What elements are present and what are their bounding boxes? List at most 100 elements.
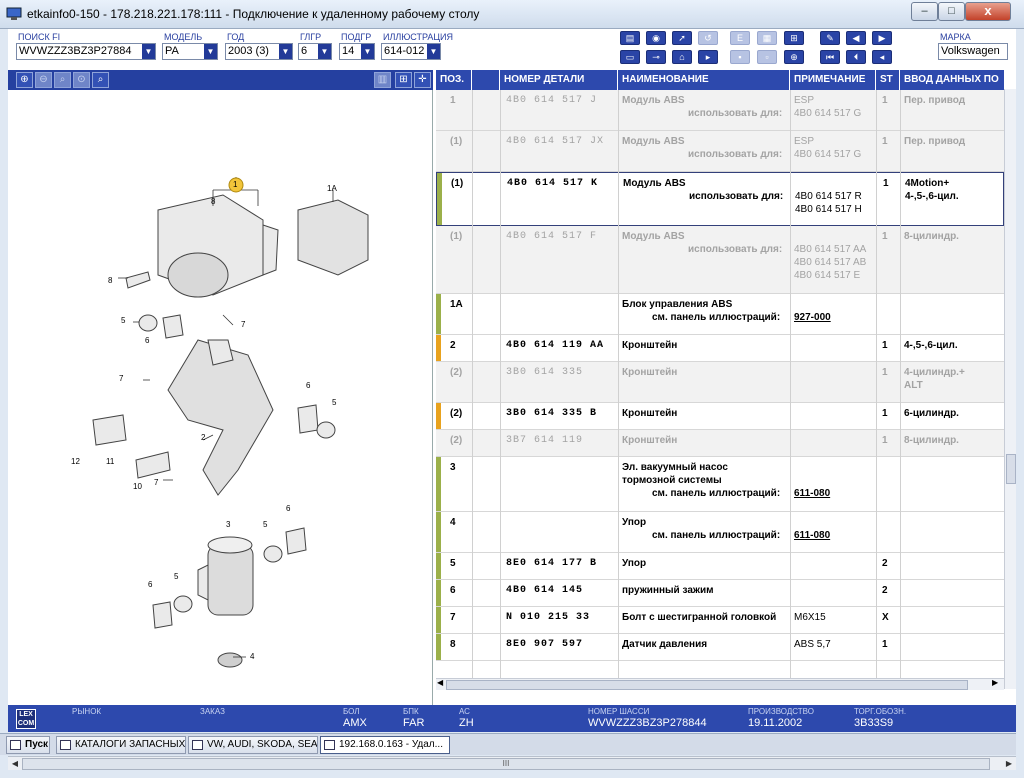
model-select[interactable]: PA ▼: [162, 43, 218, 60]
zoom-fit-icon[interactable]: ⊙: [73, 72, 90, 88]
scroll-thumb[interactable]: [1006, 454, 1016, 484]
chevron-down-icon[interactable]: ▼: [361, 44, 374, 59]
close-button[interactable]: x: [965, 2, 1011, 21]
zoom-out-icon[interactable]: ⊖: [35, 72, 52, 88]
callout-label-12[interactable]: 12: [71, 457, 80, 466]
scroll-right-icon[interactable]: ▶: [1002, 757, 1016, 771]
taskbar-item-vw[interactable]: VW, AUDI, SKODA, SEAT: [188, 736, 318, 754]
col-input[interactable]: ВВОД ДАННЫХ ПО: [900, 70, 1004, 90]
callout-label-8b[interactable]: 8: [108, 276, 112, 285]
first-icon[interactable]: ⏮: [820, 50, 840, 64]
zoom-in-icon[interactable]: ⊕: [16, 72, 33, 88]
table-row[interactable]: 8 8E0 907 597 Датчик давления ABS 5,7 1: [436, 634, 1004, 661]
callout-label-6b[interactable]: 6: [306, 381, 310, 390]
expand-icon[interactable]: ✛: [414, 72, 431, 88]
callout-label-8a[interactable]: 8: [211, 197, 215, 206]
table-row[interactable]: 2 4B0 614 119 AA Кронштейн 1 4-,5-,6-цил.: [436, 335, 1004, 362]
table-row[interactable]: (1) 4B0 614 517 JX Модуль ABS использовать …: [436, 131, 1004, 172]
col-pos[interactable]: ПОЗ.: [436, 70, 472, 90]
sub-group-select[interactable]: 14 ▼: [339, 43, 375, 60]
callout-label-6c[interactable]: 6: [286, 504, 290, 513]
taskbar-item-remote[interactable]: 192.168.0.163 - Удал...: [320, 736, 450, 754]
table-row[interactable]: 1A Блок управления ABS см. панель иллюстра…: [436, 294, 1004, 335]
chevron-down-icon[interactable]: ▼: [427, 44, 440, 59]
chevron-down-icon[interactable]: ▼: [279, 44, 292, 59]
forward-icon[interactable]: ▸: [698, 50, 718, 64]
illustration-link[interactable]: 611-080: [794, 487, 830, 500]
prev-page-icon[interactable]: ◀: [846, 31, 866, 45]
callout-label-6d[interactable]: 6: [148, 580, 152, 589]
callout-label-5c[interactable]: 5: [263, 520, 267, 529]
scroll-thumb[interactable]: [446, 680, 968, 690]
car-icon[interactable]: ⌂: [672, 50, 692, 64]
callout-label-11[interactable]: 11: [106, 457, 114, 466]
table-row[interactable]: 6 4B0 614 145 пружинный зажим 2: [436, 580, 1004, 607]
list-icon[interactable]: ▭: [620, 50, 640, 64]
back-icon[interactable]: ⏴: [846, 50, 866, 64]
start-button[interactable]: Пуск: [6, 736, 50, 754]
split-view-icon[interactable]: ▥: [374, 72, 391, 88]
chevron-down-icon[interactable]: ▼: [142, 44, 155, 59]
callout-label-4[interactable]: 4: [250, 652, 254, 661]
table-row[interactable]: 5 8E0 614 177 B Упор 2: [436, 553, 1004, 580]
parts-illustration[interactable]: 1 1A 8 8 5 6 7 7 6 5 2 12 11 10 7 3 5 6 …: [8, 90, 433, 705]
illustration-link[interactable]: 611-080: [794, 529, 830, 542]
scroll-right-icon[interactable]: ▶: [992, 678, 998, 687]
callout-label-6a[interactable]: 6: [145, 336, 149, 345]
next-page-icon[interactable]: ▶: [872, 31, 892, 45]
search-parts-icon[interactable]: ◉: [646, 31, 666, 45]
pin-icon[interactable]: ✎: [820, 31, 840, 45]
callout-label-10[interactable]: 10: [133, 482, 142, 491]
table-row[interactable]: 7 N 010 215 33 Болт с шестигранной головко…: [436, 607, 1004, 634]
main-group-select[interactable]: 6 ▼: [298, 43, 332, 60]
vin-search-input[interactable]: WVWZZZ3BZ3P27884 ▼: [16, 43, 156, 60]
maximize-button[interactable]: □: [938, 2, 965, 21]
scroll-left-icon[interactable]: ◀: [437, 678, 443, 687]
table-row[interactable]: (2) 3B0 614 335 Кронштейн 1 4-цилиндр.+ ALT: [436, 362, 1004, 403]
callout-label-1a[interactable]: 1A: [327, 184, 337, 193]
outer-h-scrollbar[interactable]: ◀ III ▶: [8, 756, 1016, 770]
table-v-scrollbar[interactable]: [1004, 89, 1016, 689]
print-icon[interactable]: ▤: [620, 31, 640, 45]
table-row[interactable]: (2) 3B7 614 119 Кронштейн 1 8-цилиндр.: [436, 430, 1004, 457]
cart-add-icon[interactable]: ⊕: [784, 50, 804, 64]
col-name[interactable]: НАИМЕНОВАНИЕ: [618, 70, 790, 90]
col-note[interactable]: ПРИМЕЧАНИЕ: [790, 70, 876, 90]
table-row[interactable]: (1) 4B0 614 517 K Модуль ABS использовать д…: [436, 172, 1004, 226]
cell-name: Болт с шестигранной головкой: [622, 612, 777, 623]
scroll-left-icon[interactable]: ◀: [8, 757, 22, 771]
magnifier-icon[interactable]: ⌕: [92, 72, 109, 88]
brand-select[interactable]: Volkswagen: [938, 43, 1008, 60]
callout-label-7c[interactable]: 7: [154, 478, 158, 487]
table-h-scrollbar[interactable]: ◀ ▶: [436, 678, 1004, 690]
callout-label-3[interactable]: 3: [226, 520, 230, 529]
grid-view-icon[interactable]: ⊞: [395, 72, 412, 88]
table-row[interactable]: (1) 4B0 614 517 F Модуль ABS использовать д…: [436, 226, 1004, 294]
vehicle-icon[interactable]: ➚: [672, 31, 692, 45]
left-icon[interactable]: ◂: [872, 50, 892, 64]
chevron-down-icon[interactable]: ▼: [318, 44, 331, 59]
chevron-down-icon[interactable]: ▼: [204, 44, 217, 59]
illustration-select[interactable]: 614-012 ▼: [381, 43, 441, 60]
callout-label-7b[interactable]: 7: [119, 374, 123, 383]
callout-label-5a[interactable]: 5: [121, 316, 125, 325]
year-select[interactable]: 2003 (3) ▼: [225, 43, 293, 60]
callout-label-5b[interactable]: 5: [332, 398, 336, 407]
col-st[interactable]: ST: [876, 70, 900, 90]
table-row[interactable]: 3 Эл. вакуумный насос тормозной системы см.…: [436, 457, 1004, 512]
minimize-button[interactable]: –: [911, 2, 938, 21]
table-row[interactable]: (2) 3B0 614 335 B Кронштейн 1 6-цилиндр.: [436, 403, 1004, 430]
col-part-number[interactable]: НОМЕР ДЕТАЛИ: [500, 70, 618, 90]
zoom-area-icon[interactable]: ⌕: [54, 72, 71, 88]
taskbar-item-catalog[interactable]: КАТАЛОГИ ЗАПАСНЫХ ...: [56, 736, 186, 754]
cart-icon[interactable]: ⊞: [784, 31, 804, 45]
key-icon[interactable]: ⊸: [646, 50, 666, 64]
scroll-thumb[interactable]: III: [22, 758, 990, 770]
table-row[interactable]: 4 Упор см. панель иллюстраций: 611-080: [436, 512, 1004, 553]
callout-label-1[interactable]: 1: [233, 180, 237, 189]
callout-label-7a[interactable]: 7: [241, 320, 245, 329]
callout-label-5d[interactable]: 5: [174, 572, 178, 581]
callout-label-2[interactable]: 2: [201, 433, 205, 442]
table-row[interactable]: 1 4B0 614 517 J Модуль ABS использовать для…: [436, 90, 1004, 131]
illustration-link[interactable]: 927-000: [794, 311, 831, 324]
